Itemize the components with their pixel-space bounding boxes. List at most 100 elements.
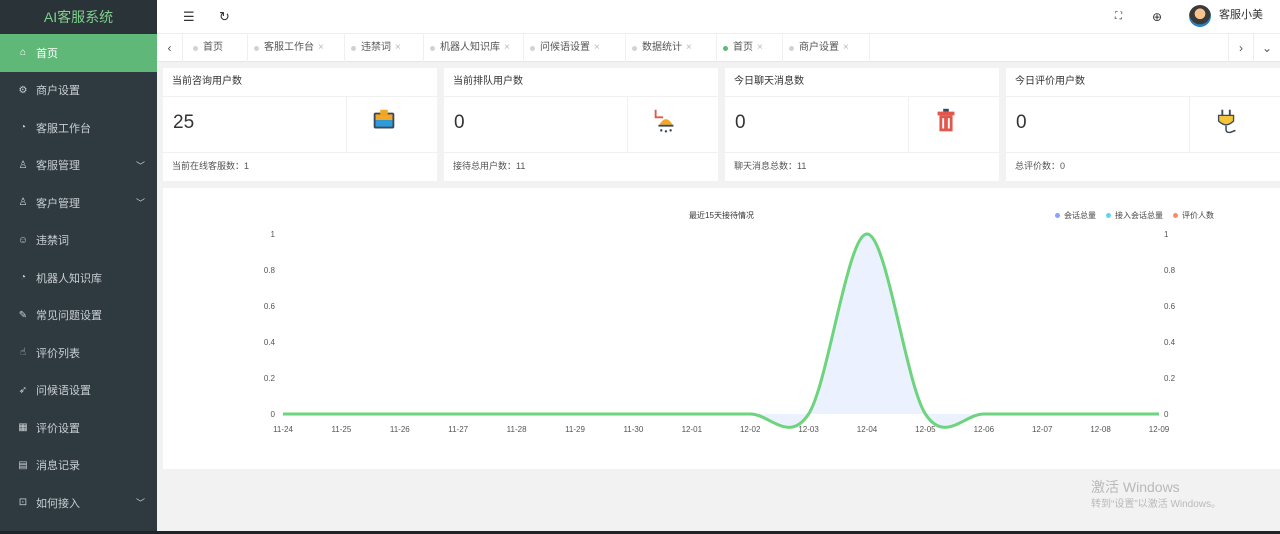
refresh-icon[interactable]: ↻ (219, 0, 230, 34)
stat-card-value: 0 (454, 112, 465, 133)
headset-icon: ◔ (19, 122, 27, 134)
tab[interactable]: 商户设置 × (783, 34, 870, 62)
line-chart: 0 0 0.2 0.2 0.4 0.4 0.6 0.6 0.8 0.8 1 1 11-24 11-25 11… (264, 230, 1176, 434)
x-tick-label: 12-08 (1090, 425, 1111, 434)
app-logo-title: AI客服系统 (0, 0, 157, 34)
thumb-icon: ☝ (19, 347, 27, 359)
sidebar-item[interactable]: ♙ 客户管理 ﹀ (0, 184, 157, 222)
tab-status-dot (193, 46, 198, 51)
sidebar-item-label: 首页 (36, 47, 58, 60)
series-line (283, 233, 1159, 428)
tab[interactable]: 首页 × (717, 34, 783, 62)
tab[interactable]: 问候语设置 × (524, 34, 626, 62)
tab-close-icon[interactable]: × (504, 42, 510, 53)
stat-card: 当前排队用户数 0 接待总用户数：11 (444, 68, 718, 181)
shower-icon (650, 106, 682, 138)
sidebar-item[interactable]: ➶ 问候语设置 (0, 372, 157, 410)
chevron-down-icon[interactable]: ﹀ (136, 496, 145, 509)
divider (1189, 96, 1190, 152)
users-icon: ♙ (18, 197, 28, 209)
tab-close-icon[interactable]: × (395, 42, 401, 53)
tab-label: 商户设置 (799, 42, 839, 53)
x-tick-label: 11-26 (390, 425, 410, 434)
tab-label: 机器人知识库 (440, 42, 500, 53)
username[interactable]: 客服小美 (1219, 0, 1263, 30)
edit-icon: ✎ (18, 309, 28, 321)
tab-close-icon[interactable]: × (594, 42, 600, 53)
sidebar-item[interactable]: ▦ 评价设置 (0, 409, 157, 447)
tab-close-icon[interactable]: × (843, 42, 849, 53)
home-icon: ⌂ (19, 47, 27, 59)
calendar-icon: ▦ (18, 422, 28, 434)
tab-status-dot (530, 46, 535, 51)
y-tick-label-right: 0.4 (1164, 338, 1176, 347)
tab-more-icon[interactable]: ⌄ (1254, 34, 1280, 62)
tab-label: 问候语设置 (540, 42, 590, 53)
tab[interactable]: 数据统计 × (626, 34, 717, 62)
y-tick-label: 0.4 (264, 338, 276, 347)
divider (346, 96, 347, 152)
stat-card-value: 0 (1016, 112, 1027, 133)
x-tick-label: 12-03 (798, 425, 819, 434)
x-tick-label: 11-24 (273, 425, 293, 434)
divider (444, 96, 718, 97)
sidebar-item-label: 违禁词 (36, 235, 69, 248)
x-tick-label: 11-27 (448, 425, 468, 434)
gear-icon: ⚙ (18, 84, 28, 96)
y-tick-label-right: 0 (1164, 410, 1169, 419)
sidebar-item[interactable]: ♙ 客服管理 ﹀ (0, 147, 157, 185)
y-tick-label: 0.2 (264, 374, 276, 383)
chevron-down-icon[interactable]: ﹀ (136, 196, 145, 209)
tab-label: 首页 (203, 42, 223, 53)
tab-next-icon[interactable]: › (1228, 34, 1254, 62)
avatar[interactable] (1189, 5, 1211, 27)
tab-status-dot (351, 46, 356, 51)
tab-status-dot (632, 46, 637, 51)
y-tick-label-right: 0.2 (1164, 374, 1176, 383)
menu-toggle-icon[interactable]: ☰ (183, 0, 195, 34)
tab-close-icon[interactable]: × (318, 42, 324, 53)
tab-close-icon[interactable]: × (686, 42, 692, 53)
sidebar-item-label: 问候语设置 (36, 385, 91, 398)
x-tick-label: 11-28 (507, 425, 527, 434)
y-tick-label-right: 0.6 (1164, 302, 1176, 311)
series-area-fill (283, 234, 1159, 428)
windows-activation-hint: 转到“设置”以激活 Windows。 (1091, 499, 1222, 510)
fullscreen-icon[interactable]: ⛶ (1115, 0, 1122, 34)
sidebar-item[interactable]: ▤ 消息记录 (0, 447, 157, 485)
sidebar-item[interactable]: ✎ 常见问题设置 (0, 297, 157, 335)
divider (627, 96, 628, 152)
tab[interactable]: 机器人知识库 × (424, 34, 524, 62)
stat-card-footer: 接待总用户数：11 (453, 161, 526, 171)
chevron-down-icon[interactable]: ﹀ (136, 159, 145, 172)
sidebar-item-label: 如何接入 (36, 497, 80, 510)
divider (908, 96, 909, 152)
sidebar-item[interactable]: ⚙ 商户设置 (0, 72, 157, 110)
sidebar-item[interactable]: ☺ 违禁词 (0, 222, 157, 260)
sidebar-item[interactable]: ⊡ 如何接入 ﹀ (0, 484, 157, 522)
x-tick-label: 12-02 (740, 425, 761, 434)
sidebar-item[interactable]: ⌂ 首页 (0, 34, 157, 72)
tab-prev-icon[interactable]: ‹ (157, 34, 183, 62)
series-line (283, 232, 1159, 429)
x-tick-label: 12-01 (682, 425, 703, 434)
tab-close-icon[interactable]: × (757, 42, 763, 53)
tab-status-dot (430, 46, 435, 51)
y-tick-label: 0.8 (264, 266, 276, 275)
stat-card-title: 今日评价用户数 (1015, 76, 1085, 87)
tab[interactable]: 首页 (187, 34, 248, 62)
language-globe-icon[interactable]: ⊕ (1152, 0, 1162, 34)
sidebar-menu: ⌂ 首页 ⚙ 商户设置 ◔ 客服工作台 ♙ 客服管理 ﹀ ♙ 客户管理 ﹀ ☺ 违禁词 ◔ 机器人知识库 ✎ 常见… (0, 34, 157, 522)
sidebar-item[interactable]: ◔ 机器人知识库 (0, 259, 157, 297)
stat-card: 当前咨询用户数 25 当前在线客服数：1 (163, 68, 437, 181)
divider (1006, 96, 1280, 97)
message-icon: ▤ (18, 459, 28, 471)
sidebar-item-label: 常见问题设置 (36, 310, 102, 323)
user-icon: ♙ (18, 159, 28, 171)
sidebar-item[interactable]: ☝ 评价列表 (0, 334, 157, 372)
trash-icon (931, 106, 963, 138)
tab[interactable]: 客服工作台 × (248, 34, 345, 62)
chart-panel: 最近15天接待情况 会话总量 接入会话总量 评价人数 0 0 0.2 0.2 0.4 0.4 0… (163, 188, 1280, 469)
sidebar-item[interactable]: ◔ 客服工作台 (0, 109, 157, 147)
tab[interactable]: 违禁词 × (345, 34, 424, 62)
